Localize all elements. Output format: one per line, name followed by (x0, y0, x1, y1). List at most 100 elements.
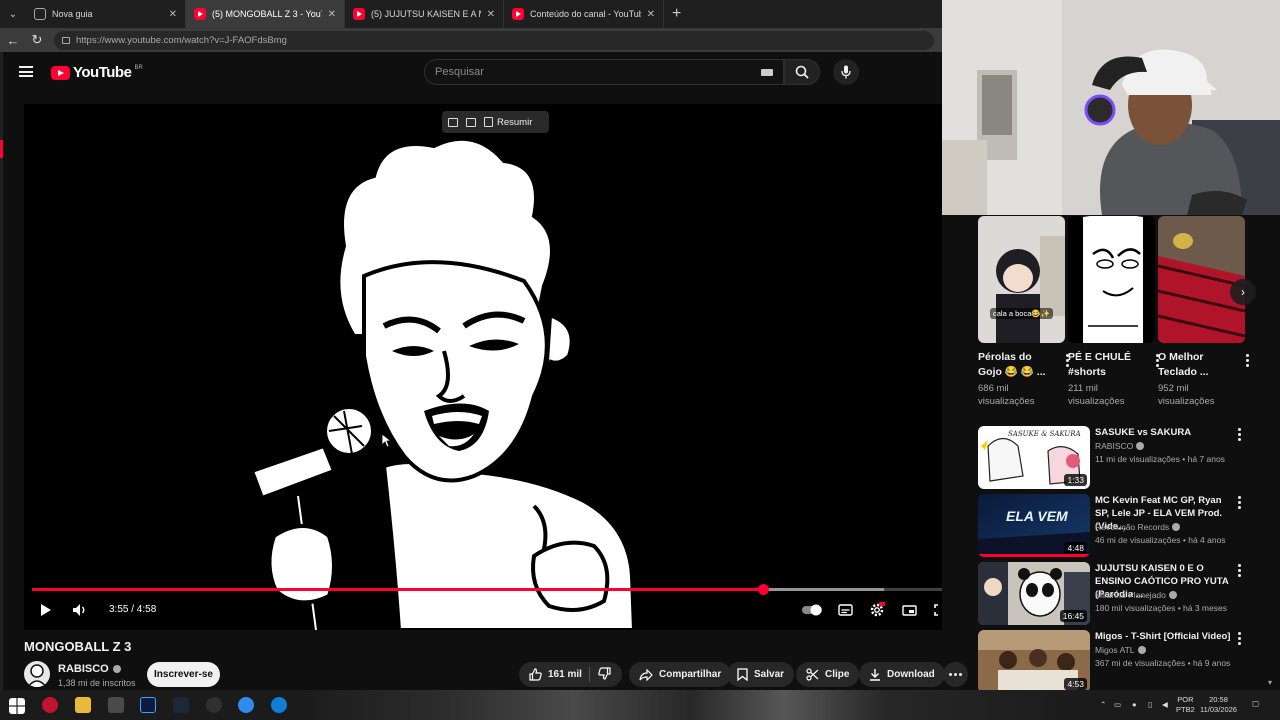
url-field[interactable]: https://www.youtube.com/watch?v=J-FAOFds… (54, 30, 934, 50)
gear-icon (870, 602, 885, 617)
browser-tab[interactable]: (5) JUJUTSU KAISEN E A MISSÃO D ✕ (345, 0, 504, 28)
related-title: Migos - T-Shirt [Official Video] (1095, 631, 1231, 642)
opera-browser-icon[interactable] (42, 697, 58, 713)
youtube-icon (353, 8, 365, 20)
search-placeholder: Pesquisar (435, 66, 484, 78)
browser-tab[interactable]: Nova guia ✕ (26, 0, 186, 28)
reload-icon[interactable]: ↻ (30, 32, 44, 48)
network-icon[interactable]: ▭ (1114, 700, 1121, 710)
verified-check-icon (112, 665, 121, 673)
tab-search-chevron-icon[interactable]: ⌄ (0, 0, 26, 28)
youtube-logo[interactable]: YouTube BR (51, 64, 143, 81)
clock[interactable]: 20:58 11/03/2026 (1200, 695, 1237, 715)
page-icon (34, 8, 46, 20)
subtitles-icon (837, 604, 853, 616)
duration-badge: 4:48 (1064, 542, 1087, 554)
more-vert-icon[interactable] (1246, 354, 1249, 367)
app-icon[interactable] (108, 697, 124, 713)
close-icon[interactable]: ✕ (647, 9, 655, 20)
thumbs-up-icon (529, 668, 542, 681)
scroll-down-caret-icon[interactable]: ▾ (1268, 678, 1272, 687)
related-channel[interactable]: Migos ATL (1095, 645, 1146, 655)
shorts-next-arrow-icon[interactable]: › (1230, 279, 1256, 305)
related-thumbnail[interactable]: 4:53 (978, 630, 1090, 690)
browser-tab-active[interactable]: (5) MONGOBALL Z 3 - YouTube ✕ (186, 0, 345, 28)
related-views: 11 mi de visualizações (1095, 454, 1180, 464)
related-video[interactable]: 16:45 JUJUTSU KAISEN 0 E O ENSINO CAÓTIC… (978, 562, 1268, 626)
related-thumbnail[interactable]: 16:45 (978, 562, 1090, 625)
new-tab-button[interactable]: + (672, 5, 681, 23)
related-channel[interactable]: Revolução Records (1095, 522, 1181, 532)
more-vert-icon[interactable] (1238, 496, 1241, 509)
file-explorer-icon[interactable] (75, 697, 91, 713)
related-video[interactable]: 4:53 Migos - T-Shirt [Official Video] Mi… (978, 630, 1268, 690)
microphone-icon (841, 65, 851, 79)
related-video[interactable]: SASUKE & SAKURA 1:33 SASUKE vs SAKURA RA… (978, 426, 1268, 490)
related-thumbnail[interactable]: SASUKE & SAKURA 1:33 (978, 426, 1090, 489)
search-button[interactable] (784, 59, 820, 85)
subtitles-button[interactable] (834, 598, 856, 622)
theater-mode-button[interactable] (898, 598, 920, 622)
duration-badge: 16:45 (1059, 610, 1087, 622)
related-channel[interactable]: RABISCO (1095, 441, 1145, 451)
short-thumbnail[interactable] (1068, 216, 1155, 343)
related-video[interactable]: ELA VEM 4:48 MC Kevin Feat MC GP, Ryan S… (978, 494, 1268, 558)
short-thumbnail[interactable] (1158, 216, 1245, 343)
like-button[interactable]: 161 mil (529, 662, 582, 687)
share-button[interactable]: Compartilhar (629, 662, 732, 687)
video-frame-cartoon (249, 136, 637, 630)
dislike-button[interactable] (598, 667, 611, 685)
more-vert-icon[interactable] (1238, 632, 1241, 645)
short-card[interactable]: O Melhor Teclado ... 952 mil visualizaçõ… (1158, 216, 1249, 408)
input-language[interactable]: POR PTB2 (1176, 695, 1195, 715)
battery-icon[interactable]: ▯ (1148, 700, 1152, 710)
subscribe-button[interactable]: Inscrever-se (147, 662, 220, 687)
steam-icon[interactable] (173, 697, 189, 713)
close-icon[interactable]: ✕ (487, 9, 495, 20)
close-icon[interactable]: ✕ (328, 9, 336, 20)
short-card[interactable]: PÉ E CHULÉ #shorts 211 mil visualizações (1068, 216, 1159, 408)
search-input[interactable]: Pesquisar (424, 59, 784, 85)
menu-icon[interactable] (19, 66, 33, 77)
browser-tab[interactable]: Conteúdo do canal - YouTube Stu ✕ (504, 0, 664, 28)
video-player[interactable]: Resumir 3:55 / 4:58 (24, 104, 942, 630)
play-button[interactable] (36, 598, 56, 622)
short-thumbnail[interactable]: cala a boca😂✨ (978, 216, 1065, 343)
volume-button[interactable] (70, 598, 90, 622)
seek-bar[interactable] (32, 584, 942, 595)
channel-name[interactable]: RABISCO (58, 663, 121, 675)
more-vert-icon[interactable] (1238, 428, 1241, 441)
fullscreen-button[interactable] (930, 598, 942, 622)
short-card[interactable]: cala a boca😂✨ Pérolas do Gojo 😂 😂 ... 68… (978, 216, 1069, 408)
edge-browser-icon[interactable] (271, 697, 287, 713)
divider (589, 667, 590, 682)
notification-icon[interactable]: ▢ (1252, 699, 1259, 709)
settings-button[interactable] (866, 598, 888, 622)
site-info-icon[interactable] (62, 36, 70, 44)
clip-button[interactable]: Clipe (796, 662, 860, 687)
related-thumbnail[interactable]: ELA VEM 4:48 (978, 494, 1090, 557)
avatar[interactable] (24, 661, 50, 687)
obs-icon[interactable] (206, 697, 222, 713)
volume-tray-icon[interactable]: ◀ (1162, 700, 1168, 710)
keyboard-icon[interactable] (761, 69, 773, 76)
photoshop-icon[interactable] (140, 697, 156, 713)
address-bar: ← ↻ https://www.youtube.com/watch?v=J-FA… (0, 28, 942, 52)
autoplay-toggle[interactable] (800, 598, 824, 622)
scissors-icon (806, 668, 819, 681)
more-actions-button[interactable] (943, 662, 968, 687)
app-icon[interactable] (238, 697, 254, 713)
related-channel[interactable]: Miranha Planejado (1095, 590, 1177, 600)
seek-handle[interactable] (757, 584, 769, 595)
microphone-tray-icon[interactable]: ● (1132, 700, 1137, 710)
tray-overflow-icon[interactable]: ⌃ (1100, 700, 1106, 710)
tab-title: Conteúdo do canal - YouTube Stu (530, 9, 641, 19)
windows-start-icon[interactable] (9, 698, 25, 714)
more-vert-icon[interactable] (1238, 564, 1241, 577)
voice-search-button[interactable] (833, 59, 859, 85)
download-button[interactable]: Download (859, 662, 945, 687)
save-button[interactable]: Salvar (727, 662, 795, 687)
short-title: O Melhor Teclado ... (1158, 351, 1209, 378)
close-icon[interactable]: ✕ (169, 9, 177, 20)
back-arrow-icon[interactable]: ← (6, 33, 20, 48)
